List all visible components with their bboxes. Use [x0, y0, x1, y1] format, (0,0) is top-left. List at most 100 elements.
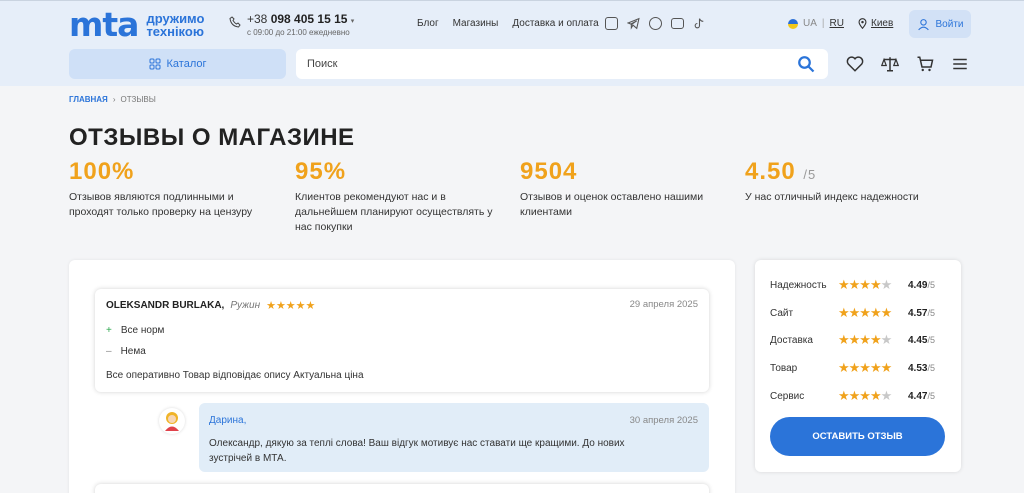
nav-delivery[interactable]: Доставка и оплата [512, 18, 598, 29]
lang-ua[interactable]: UA [803, 18, 817, 29]
catalog-button[interactable]: Каталог [69, 49, 286, 79]
phone-icon [229, 16, 241, 28]
site-header: mta дружимо технікою +38 098 405 15 15 ▾… [0, 0, 1024, 86]
stars-empty: ★ [880, 332, 893, 347]
stars-filled: ★★★★★ [838, 360, 892, 375]
stars-empty: ★ [880, 277, 893, 292]
review-city: Ружин [230, 300, 261, 311]
compare-scales-icon[interactable] [881, 55, 899, 73]
reply-date: 30 апреля 2025 [629, 415, 698, 426]
social-links [605, 17, 706, 30]
leave-review-button[interactable]: Оставить отзыв [770, 417, 945, 456]
stars-empty: ★ [880, 388, 893, 403]
rating-value: 4.49/5 [908, 280, 935, 291]
cart-icon[interactable] [916, 55, 934, 73]
review-author: OLEKSANDR BURLAKA, [106, 300, 225, 311]
stat-reliability: 4.50 /5 У нас отличный индекс надежности [745, 158, 955, 205]
rating-scale: /5 [927, 390, 935, 401]
grid-icon [149, 58, 160, 70]
stars-filled: ★★★★ [838, 332, 882, 347]
review-header: OLEKSANDR BURLAKA, Ружин ★★★★★ [106, 299, 315, 312]
stars-filled: ★★★★★ [838, 305, 892, 320]
rating-label: Надежность [770, 279, 827, 291]
breadcrumb-separator: › [112, 95, 116, 104]
instagram-icon[interactable] [605, 17, 618, 30]
review-card [95, 484, 709, 493]
breadcrumb: Главная › Отзывы [69, 95, 156, 104]
ukraine-flag-icon [788, 18, 798, 29]
rating-label: Доставка [770, 334, 813, 346]
chevron-down-icon: ▾ [350, 18, 355, 25]
plus-icon: + [106, 325, 112, 336]
review-card: OLEKSANDR BURLAKA, Ружин ★★★★★ 29 апреля… [95, 289, 709, 392]
rating-stars: ★★★★★ [838, 332, 908, 348]
rating-row-product: Товар ★★★★★ 4.53/5 [770, 360, 950, 376]
rating-row-delivery: Доставка ★★★★★ 4.45/5 [770, 332, 950, 348]
stat-authentic: 100% Отзывов являются подлинными и прохо… [69, 158, 279, 220]
rating-scale: /5 [927, 334, 935, 345]
stat-value: 95% [295, 158, 505, 186]
telegram-icon[interactable] [627, 17, 640, 30]
viber-icon[interactable] [649, 17, 662, 30]
rating-value: 4.47/5 [908, 391, 935, 402]
review-date: 29 апреля 2025 [629, 299, 698, 310]
rating-stars: ★★★★★ [838, 277, 908, 293]
stat-number: 9504 [520, 158, 578, 185]
city-name: Киев [871, 18, 894, 29]
lang-separator: | [821, 18, 825, 29]
rating-number: 4.53 [908, 362, 928, 374]
page-title: ОТЗЫВЫ О МАГАЗИНЕ [69, 124, 355, 151]
rating-row-reliability: Надежность ★★★★★ 4.49/5 [770, 277, 950, 293]
stat-description: У нас отличный индекс надежности [745, 191, 919, 203]
rating-scale: /5 [927, 279, 935, 290]
phone-digits: 098 405 15 15 [270, 12, 348, 26]
review-pros-text: Все норм [120, 325, 165, 336]
phone-prefix: +38 [247, 12, 268, 26]
nav-stores[interactable]: Магазины [453, 18, 499, 29]
login-button[interactable]: Войти [909, 10, 971, 38]
user-icon [917, 18, 929, 30]
stars-filled: ★★★★ [838, 277, 882, 292]
review-text: Все оперативно Товар відповідає опису Ак… [106, 370, 364, 381]
search-icon[interactable] [797, 55, 815, 73]
phone-block[interactable]: +38 098 405 15 15 ▾ с 09:00 до 21:00 еже… [229, 12, 354, 37]
city-selector[interactable]: Киев [858, 18, 893, 29]
breadcrumb-home[interactable]: Главная [69, 95, 108, 104]
reviews-panel: OLEKSANDR BURLAKA, Ружин ★★★★★ 29 апреля… [69, 260, 735, 493]
rating-label: Сайт [770, 307, 794, 319]
phone-number: +38 098 405 15 15 ▾ [247, 12, 354, 26]
avatar [159, 408, 185, 434]
rating-row-site: Сайт ★★★★★ 4.57/5 [770, 305, 950, 321]
stat-scale: /5 [803, 167, 817, 182]
nav-blog[interactable]: Блог [417, 18, 439, 29]
logo-tagline: дружимо технікою [146, 12, 204, 38]
stat-description: Отзывов и оценок оставлено нашими клиент… [520, 191, 704, 218]
header-actions [846, 55, 969, 73]
breadcrumb-current: Отзывы [120, 95, 156, 104]
heart-icon[interactable] [846, 55, 864, 73]
reply-author: Дарина, [209, 415, 247, 426]
search-input[interactable] [296, 49, 828, 79]
lang-ru[interactable]: RU [830, 18, 844, 29]
stat-number: 95% [295, 158, 347, 185]
stat-number: 4.50 [745, 158, 796, 185]
phone-hours: с 09:00 до 21:00 ежедневно [247, 28, 350, 37]
support-agent-avatar-icon [165, 412, 179, 431]
review-stars: ★★★★★ [266, 300, 316, 312]
rating-stars: ★★★★★ [838, 305, 908, 321]
youtube-icon[interactable] [671, 18, 684, 29]
tiktok-icon[interactable] [693, 17, 706, 30]
stat-review-count: 9504 Отзывов и оценок оставлено нашими к… [520, 158, 730, 220]
review-pros: + Все норм [106, 325, 164, 336]
menu-icon[interactable] [951, 55, 969, 73]
top-nav: Блог Магазины Доставка и оплата [417, 18, 599, 29]
rating-number: 4.57 [908, 307, 928, 319]
site-logo[interactable]: mta дружимо технікою [69, 5, 204, 44]
logo-mark: mta [69, 5, 139, 44]
language-switcher: UA | RU [788, 18, 844, 29]
logo-tagline-2: технікою [146, 24, 204, 39]
stat-value: 100% [69, 158, 279, 186]
location-pin-icon [858, 18, 867, 29]
rating-row-service: Сервис ★★★★★ 4.47/5 [770, 388, 950, 404]
rating-scale: /5 [927, 362, 935, 373]
